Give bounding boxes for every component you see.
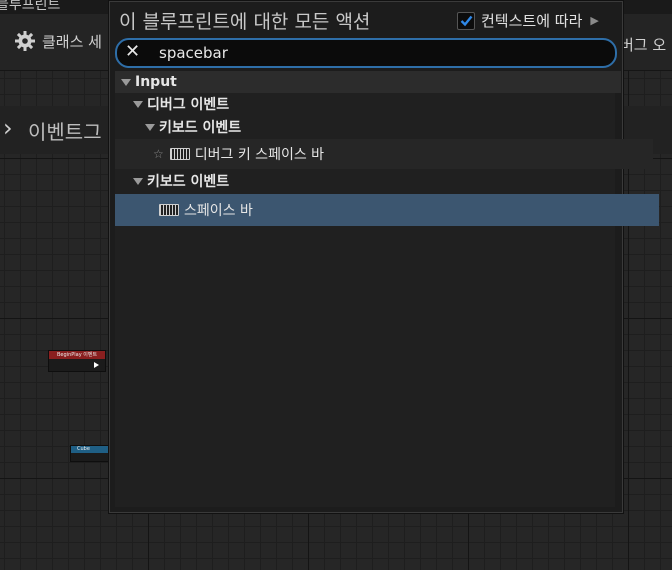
list-item-spacebar[interactable]: 스페이스 바: [115, 194, 659, 226]
keyboard-icon: [169, 148, 190, 160]
exec-pin-icon[interactable]: [94, 362, 99, 368]
class-settings-label: 클래스 세: [42, 32, 102, 51]
checkmark-icon: [460, 15, 472, 27]
graph-name-label: 이벤트그: [28, 120, 102, 144]
begin-play-node-title: BeginPlay 이벤트: [49, 351, 105, 359]
category-label: Input: [135, 74, 177, 90]
collapse-arrow-icon[interactable]: [145, 123, 155, 131]
context-label: 컨텍스트에 따라: [481, 12, 583, 30]
list-item-label: 디버그 키 스페이스 바: [194, 147, 325, 163]
action-menu-popup: 이 블루프린트에 대한 모든 액션 컨텍스트에 따라 ▶ ✕ Input 디버그…: [108, 0, 659, 514]
keyboard-icon: [159, 204, 179, 216]
top-strip-text: 블루프린트: [0, 0, 61, 13]
collapse-arrow-icon[interactable]: [133, 177, 143, 185]
action-list: Input 디버그 이벤트 키보드 이벤트 ☆ 디버그 키 스페이스 바 키보드…: [115, 71, 659, 507]
search-box: ✕: [115, 38, 617, 68]
list-item-label: 스페이스 바: [184, 203, 253, 219]
class-defaults-button[interactable]: 버그 오: [620, 34, 666, 55]
category-label: 키보드 이벤트: [159, 120, 242, 136]
context-checkbox[interactable]: [457, 11, 475, 30]
collapse-arrow-icon[interactable]: [133, 100, 143, 108]
tree-category-debug-keyboard-events[interactable]: 키보드 이벤트: [115, 115, 645, 139]
expand-arrow-icon[interactable]: ▶: [590, 14, 598, 27]
category-label: 키보드 이벤트: [147, 174, 230, 190]
category-label: 디버그 이벤트: [147, 97, 230, 113]
tree-category-input[interactable]: Input: [115, 71, 621, 93]
context-sensitive-toggle[interactable]: 컨텍스트에 따라 ▶: [457, 10, 599, 31]
begin-play-node[interactable]: BeginPlay 이벤트: [48, 350, 106, 372]
collapse-arrow-icon[interactable]: [121, 78, 131, 86]
gear-icon: [15, 31, 35, 51]
clear-search-icon[interactable]: ✕: [125, 43, 140, 61]
tree-category-keyboard-events[interactable]: 키보드 이벤트: [115, 169, 633, 193]
class-defaults-label: 버그 오: [620, 36, 667, 54]
search-input[interactable]: [157, 42, 601, 64]
popup-title: 이 블루프린트에 대한 모든 액션: [119, 11, 371, 33]
chevron-right-icon[interactable]: ›: [3, 114, 13, 142]
list-item-debug-key-spacebar[interactable]: ☆ 디버그 키 스페이스 바: [115, 139, 653, 169]
class-settings-button[interactable]: 클래스 세: [14, 30, 102, 52]
favorite-star-icon[interactable]: ☆: [153, 147, 164, 161]
tree-category-debug-events[interactable]: 디버그 이벤트: [115, 93, 633, 115]
